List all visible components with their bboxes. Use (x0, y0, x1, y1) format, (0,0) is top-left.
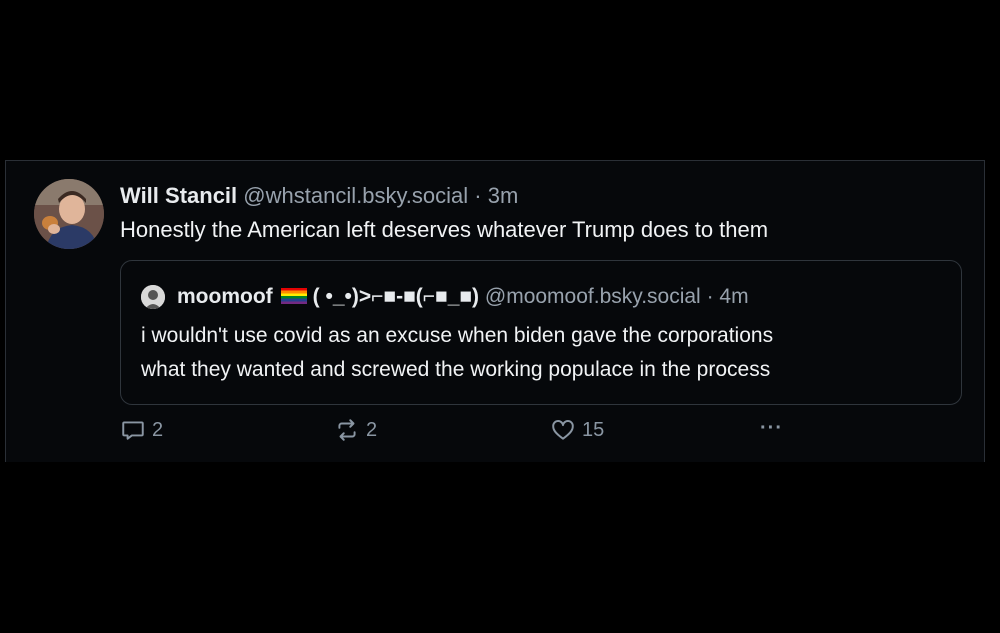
post-card[interactable]: Will Stancil @whstancil.bsky.social · 3m… (5, 160, 985, 462)
quoted-post-text: i wouldn't use covid as an excuse when b… (141, 319, 773, 387)
author-name[interactable]: Will Stancil (120, 183, 237, 208)
like-button[interactable]: 15 (550, 417, 604, 443)
quoted-author-name-suffix: ( •_•)>⌐■-■(⌐■_■) (312, 285, 480, 308)
quoted-post[interactable]: moomoof ( •_•)>⌐■-■(⌐■_■) @moomoof.bsky.s… (120, 260, 962, 405)
reply-button[interactable]: 2 (120, 417, 163, 443)
post-actions: 2 2 15 ··· (120, 417, 820, 447)
quoted-post-time[interactable]: 4m (719, 285, 748, 308)
quoted-text-line-2: what they wanted and screwed the working… (141, 358, 771, 381)
more-icon: ··· (760, 417, 783, 439)
repost-icon (338, 419, 356, 441)
post-header: Will Stancil @whstancil.bsky.social · 3m (120, 183, 518, 209)
quoted-author-handle[interactable]: @moomoof.bsky.social (485, 285, 701, 308)
like-count: 15 (582, 418, 605, 441)
author-avatar[interactable] (34, 179, 104, 249)
repost-button[interactable]: 2 (334, 417, 377, 443)
more-options-button[interactable]: ··· (760, 417, 783, 440)
post-text: Honestly the American left deserves what… (120, 217, 769, 242)
rainbow-flag-icon (280, 288, 307, 304)
post-time[interactable]: 3m (488, 183, 519, 208)
quoted-author-name[interactable]: moomoof (177, 285, 273, 308)
header-separator: · (474, 183, 482, 208)
reply-count: 2 (152, 418, 164, 441)
quoted-text-line-1: i wouldn't use covid as an excuse when b… (141, 324, 774, 347)
heart-icon (552, 420, 574, 440)
repost-count: 2 (366, 418, 378, 441)
quoted-header-separator: · (706, 285, 714, 308)
quoted-author-avatar[interactable] (141, 285, 165, 309)
reply-icon (122, 421, 144, 440)
author-handle[interactable]: @whstancil.bsky.social (243, 183, 468, 208)
quoted-post-header: moomoof ( •_•)>⌐■-■(⌐■_■) @moomoof.bsky.s… (177, 285, 749, 309)
